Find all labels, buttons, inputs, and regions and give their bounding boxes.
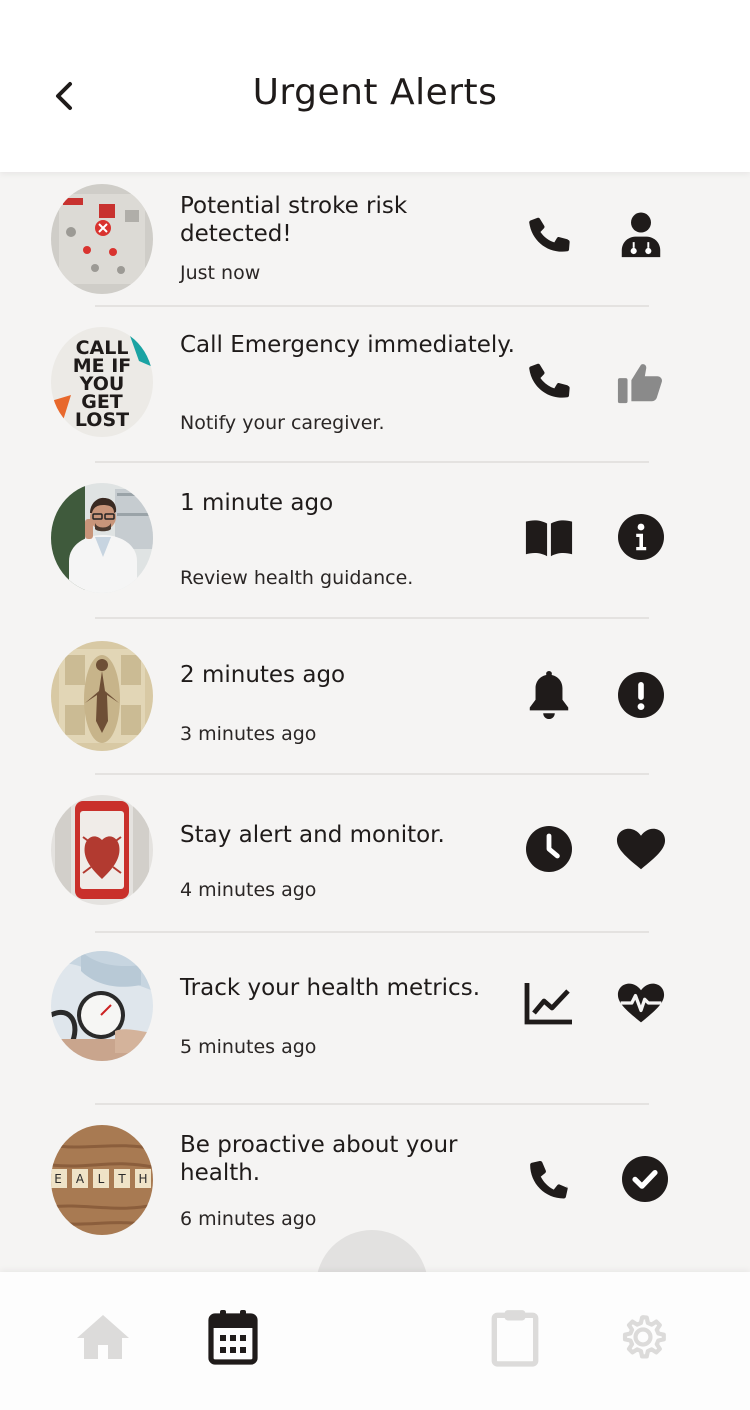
alert-subtext: 3 minutes ago [180, 723, 317, 745]
info-icon[interactable] [613, 509, 669, 565]
clipboard-icon [491, 1310, 539, 1367]
doctor-icon[interactable] [613, 208, 669, 264]
divider [95, 773, 649, 775]
heartbeat-icon[interactable] [613, 975, 669, 1031]
alert-message: Track your health metrics. [180, 975, 480, 1001]
bottom-tab-bar [0, 1272, 750, 1410]
svg-text:LOST: LOST [75, 409, 129, 431]
home-icon [77, 1315, 129, 1359]
alert-message: 1 minute ago [180, 490, 334, 516]
calendar-icon [208, 1310, 258, 1365]
exclamation-icon[interactable] [613, 667, 669, 723]
phone-icon[interactable] [521, 354, 577, 410]
alert-image: E A L T H [51, 1125, 153, 1235]
header: Urgent Alerts [0, 0, 750, 172]
alert-subtext: Just now [180, 262, 261, 284]
bell-icon[interactable] [521, 667, 577, 723]
svg-text:A: A [76, 1172, 85, 1186]
alert-message: 2 minutes ago [180, 662, 346, 688]
divider [95, 305, 649, 307]
tab-home[interactable] [71, 1302, 135, 1372]
svg-text:L: L [98, 1172, 105, 1186]
alert-message: Call Emergency immediately. [180, 332, 515, 358]
line-chart-icon[interactable] [521, 975, 577, 1031]
divider [95, 1103, 649, 1105]
alert-subtext: 5 minutes ago [180, 1036, 317, 1058]
alert-image [51, 951, 153, 1061]
alert-message: Stay alert and monitor. [180, 822, 445, 848]
alert-message: Be proactive about your health. [180, 1132, 458, 1186]
page-title: Urgent Alerts [252, 72, 498, 113]
svg-text:E: E [54, 1172, 62, 1186]
alert-subtext: 6 minutes ago [180, 1208, 317, 1230]
tab-calendar[interactable] [201, 1302, 265, 1372]
alert-subtext: Notify your caregiver. [180, 412, 385, 434]
check-circle-icon[interactable] [617, 1151, 673, 1207]
svg-text:H: H [138, 1172, 147, 1186]
divider [95, 617, 649, 619]
thumbs-up-icon[interactable] [613, 354, 669, 410]
alert-image [51, 641, 153, 751]
alert-image [51, 483, 153, 593]
tab-settings[interactable] [611, 1302, 675, 1372]
clock-icon[interactable] [521, 821, 577, 877]
alert-message: Potential stroke risk detected! [180, 193, 408, 247]
alert-image [51, 795, 153, 905]
alert-list: Potential stroke risk detected! Just now… [0, 172, 750, 1272]
heart-icon[interactable] [613, 821, 669, 877]
alert-image: CALL ME IF YOU GET LOST [51, 327, 153, 437]
phone-icon[interactable] [521, 208, 577, 264]
svg-text:T: T [117, 1172, 126, 1186]
alert-subtext: Review health guidance. [180, 567, 414, 589]
tab-clipboard[interactable] [483, 1302, 547, 1372]
phone-icon[interactable] [521, 1151, 577, 1207]
book-icon[interactable] [521, 509, 577, 565]
alert-image [51, 184, 153, 294]
gear-icon [622, 1315, 666, 1359]
divider [95, 461, 649, 463]
divider [95, 931, 649, 933]
alert-subtext: 4 minutes ago [180, 879, 317, 901]
